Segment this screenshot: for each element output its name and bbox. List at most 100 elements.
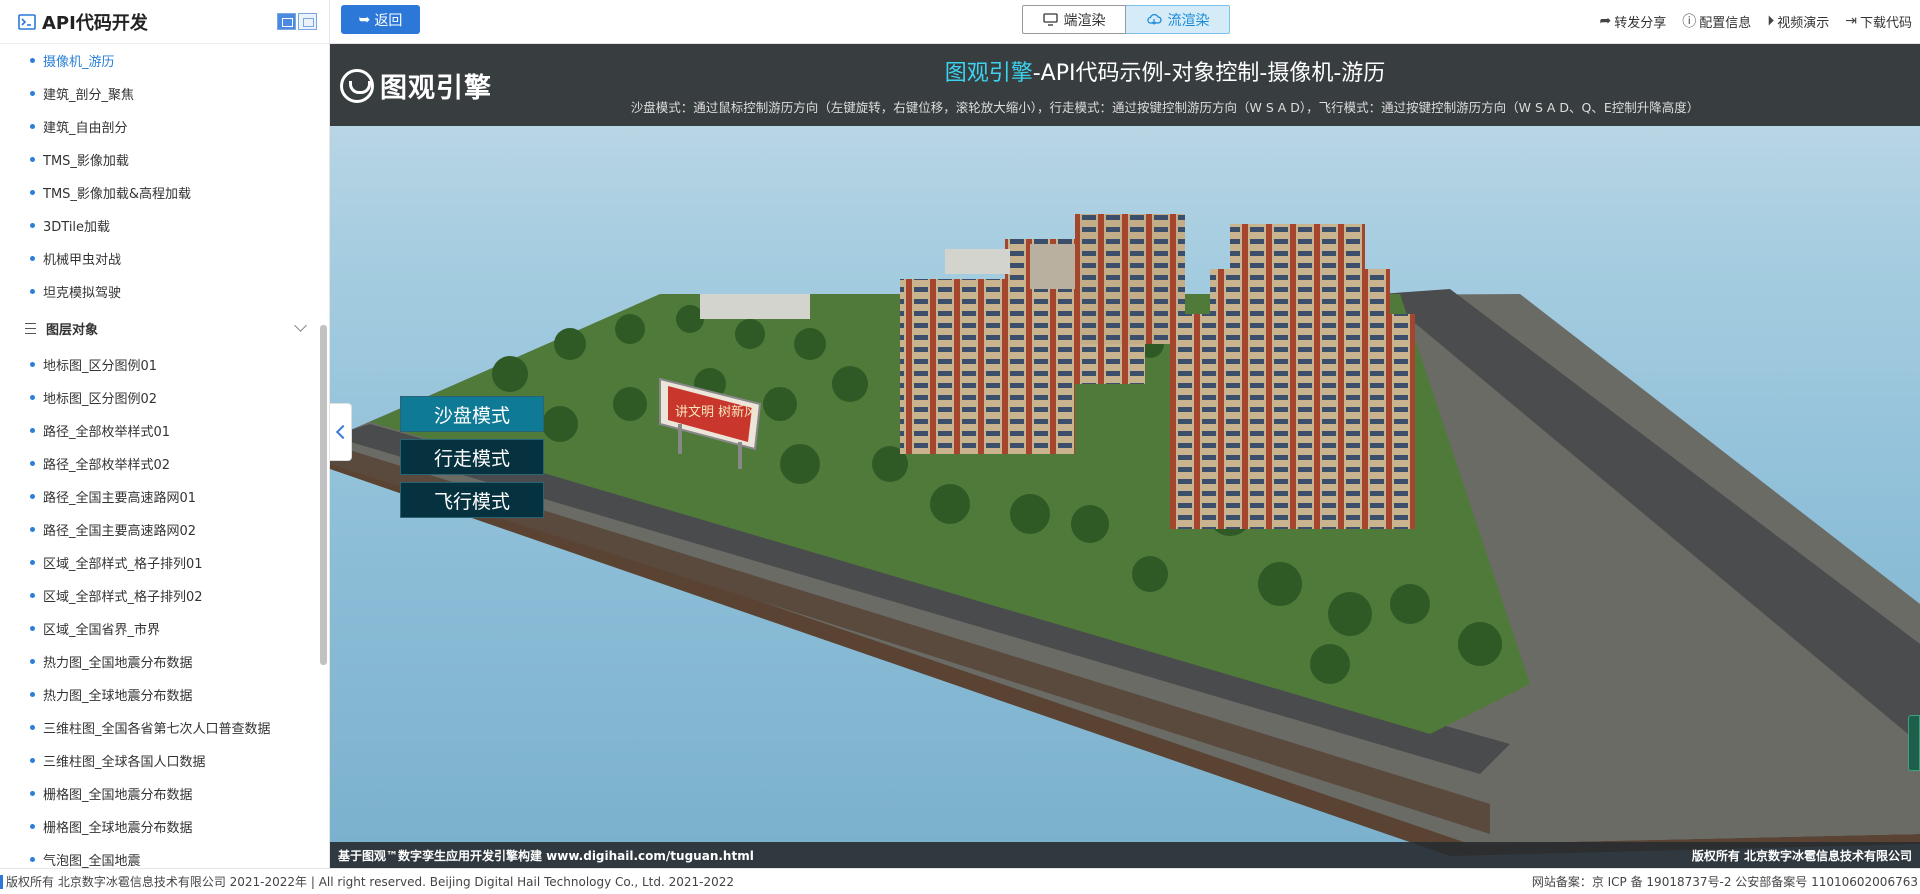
mode-walk-button[interactable]: 行走模式 xyxy=(400,439,544,475)
sidebar: API代码开发 摄像机_游历建筑_剖分_聚焦 建筑_自由剖分 TMS_影像加载 TMS… xyxy=(0,0,330,868)
sidebar-item-label: 区域_全部样式_格子排列01 xyxy=(43,557,203,572)
viewport-footer: 基于图观™数字孪生应用开发引擎构建 www.digihail.com/tugua… xyxy=(330,842,1920,868)
sidebar-item-label: 路径_全国主要高速路网02 xyxy=(43,524,197,539)
sidebar-item[interactable]: TMS_影像加载&高程加载 xyxy=(0,176,329,209)
code-terminal-icon xyxy=(18,13,36,30)
share-icon: ➦ xyxy=(1599,13,1612,29)
scene-viewport[interactable]: 讲文明 树新风 图观引擎 图观引擎-API代码示例-对象控制-摄像机-游历 沙盘… xyxy=(330,44,1920,868)
sidebar-collapse-button[interactable] xyxy=(330,403,352,461)
sidebar-item[interactable]: 建筑_自由剖分 xyxy=(0,110,329,143)
sidebar-item[interactable]: 气泡图_全国地震 xyxy=(0,843,329,868)
city-scene-render[interactable]: 讲文明 树新风 xyxy=(330,44,1920,868)
sidebar-item[interactable]: 建筑_剖分_聚焦 xyxy=(0,77,329,110)
sidebar-item[interactable]: 路径_全国主要高速路网01 xyxy=(0,480,329,513)
sidebar-item[interactable]: 机械甲虫对战 xyxy=(0,242,329,275)
bullet-dot-icon xyxy=(30,824,35,829)
list-view-icon[interactable] xyxy=(298,13,317,30)
sidebar-item[interactable]: 地标图_区分图例02 xyxy=(0,381,329,414)
bullet-dot-icon xyxy=(30,256,35,261)
title-rest: -API代码示例-对象控制-摄像机-游历 xyxy=(1032,61,1386,86)
sidebar-item[interactable]: 栅格图_全球地震分布数据 xyxy=(0,810,329,843)
bullet-dot-icon xyxy=(30,659,35,664)
top-bar: ➥ 返回 端渲染 流渲染 ➦ 转发分享 ⓘ 配置信息 ⏵ 视频演示 ⇥ 下载代码 xyxy=(330,0,1920,44)
sidebar-item[interactable]: 坦克模拟驾驶 xyxy=(0,275,329,308)
viewport-header: 图观引擎 图观引擎-API代码示例-对象控制-摄像机-游历 沙盘模式：通过鼠标控… xyxy=(330,44,1920,126)
client-render-button[interactable]: 端渲染 xyxy=(1022,5,1126,34)
sidebar-list: 摄像机_游历建筑_剖分_聚焦 建筑_自由剖分 TMS_影像加载 TMS_影像加载&高程… xyxy=(0,44,329,868)
title-brand: 图观引擎 xyxy=(944,61,1033,86)
group-label: 图层对象 xyxy=(46,322,99,338)
back-button[interactable]: ➥ 返回 xyxy=(341,5,420,34)
sidebar-item[interactable]: 摄像机_游历 xyxy=(0,44,329,77)
viewport-footer-right: 版权所有 北京数字冰雹信息技术有限公司 xyxy=(1691,848,1912,863)
download-label: 下载代码 xyxy=(1859,15,1912,31)
grid-view-icon[interactable] xyxy=(277,13,296,30)
bullet-dot-icon xyxy=(30,289,35,294)
bullet-dot-icon xyxy=(30,791,35,796)
sidebar-item[interactable]: 路径_全部枚举样式02 xyxy=(0,447,329,480)
mode-fly-button[interactable]: 飞行模式 xyxy=(400,482,544,518)
group-layer-objects[interactable]: 图层对象 xyxy=(0,308,329,348)
bullet-dot-icon xyxy=(30,494,35,499)
sidebar-item-label: 路径_全部枚举样式02 xyxy=(43,458,171,473)
footer-icp: 网站备案：京 ICP 备 19018737号-2 公安部备案号 11010602… xyxy=(1531,875,1918,889)
view-toggle[interactable] xyxy=(277,13,317,30)
sidebar-item-label: 气泡图_全国地震 xyxy=(43,854,141,868)
sidebar-item-label: 区域_全国省界_市界 xyxy=(43,623,161,638)
sidebar-title: API代码开发 xyxy=(42,12,148,34)
config-label: 配置信息 xyxy=(1699,15,1752,31)
page-footer: 版权所有 北京数字冰雹信息技术有限公司 2021-2022年 | All rig… xyxy=(0,868,1920,894)
monitor-icon xyxy=(1042,13,1058,26)
sidebar-item[interactable]: 路径_全国主要高速路网02 xyxy=(0,513,329,546)
sidebar-item[interactable]: 三维柱图_全国各省第七次人口普查数据 xyxy=(0,711,329,744)
chevron-down-icon xyxy=(294,318,307,332)
bullet-dot-icon xyxy=(30,190,35,195)
sidebar-item-label: 地标图_区分图例01 xyxy=(43,359,158,374)
bullet-dot-icon xyxy=(30,626,35,631)
sidebar-item[interactable]: 区域_全国省界_市界 xyxy=(0,612,329,645)
chevron-left-icon xyxy=(335,424,350,440)
share-link[interactable]: ➦ 转发分享 xyxy=(1599,12,1666,31)
stream-render-button[interactable]: 流渲染 xyxy=(1126,5,1230,34)
sidebar-item[interactable]: 三维柱图_全球各国人口数据 xyxy=(0,744,329,777)
back-arrow-icon: ➥ xyxy=(358,11,371,28)
sidebar-item-label: 建筑_自由剖分 xyxy=(43,121,128,136)
sidebar-item[interactable]: 区域_全部样式_格子排列01 xyxy=(0,546,329,579)
bullet-dot-icon xyxy=(30,58,35,63)
sidebar-item[interactable]: 3DTile加载 xyxy=(0,209,329,242)
sidebar-scrollbar[interactable] xyxy=(320,325,327,665)
sidebar-item[interactable]: 热力图_全球地震分布数据 xyxy=(0,678,329,711)
video-link[interactable]: ⏵ 视频演示 xyxy=(1767,12,1829,31)
sidebar-item-label: TMS_影像加载 xyxy=(43,154,129,169)
bullet-dot-icon xyxy=(30,857,35,862)
video-label: 视频演示 xyxy=(1777,15,1830,31)
sidebar-item-label: 机械甲虫对战 xyxy=(43,253,122,268)
sidebar-item[interactable]: 栅格图_全国地震分布数据 xyxy=(0,777,329,810)
render-switch: 端渲染 流渲染 xyxy=(1022,5,1230,34)
sidebar-item[interactable]: 地标图_区分图例01 xyxy=(0,348,329,381)
sidebar-item-label: 栅格图_全球地震分布数据 xyxy=(43,821,193,836)
bullet-dot-icon xyxy=(30,124,35,129)
viewport-subtitle: 沙盘模式：通过鼠标控制游历方向（左键旋转，右键位移，滚轮放大缩小），行走模式：通… xyxy=(630,100,1700,115)
right-panel-handle[interactable] xyxy=(1908,715,1920,771)
mode-sandbox-button[interactable]: 沙盘模式 xyxy=(400,396,544,432)
sidebar-item[interactable]: 区域_全部样式_格子排列02 xyxy=(0,579,329,612)
sidebar-item-label: TMS_影像加载&高程加载 xyxy=(43,187,192,202)
sidebar-item-label: 3DTile加载 xyxy=(43,220,111,235)
bullet-dot-icon xyxy=(30,758,35,763)
sidebar-item-label: 建筑_剖分_聚焦 xyxy=(43,88,135,103)
sidebar-item[interactable]: 热力图_全国地震分布数据 xyxy=(0,645,329,678)
billboard-text: 讲文明 树新风 xyxy=(675,404,757,420)
bullet-dot-icon xyxy=(30,692,35,697)
sidebar-item-label: 三维柱图_全国各省第七次人口普查数据 xyxy=(43,722,271,737)
bullet-dot-icon xyxy=(30,527,35,532)
download-link[interactable]: ⇥ 下载代码 xyxy=(1845,12,1912,31)
sidebar-item-label: 路径_全国主要高速路网01 xyxy=(43,491,197,506)
viewport-footer-left: 基于图观™数字孪生应用开发引擎构建 www.digihail.com/tugua… xyxy=(338,848,754,863)
top-links: ➦ 转发分享 ⓘ 配置信息 ⏵ 视频演示 ⇥ 下载代码 xyxy=(1599,0,1912,42)
play-icon: ⏵ xyxy=(1767,13,1775,29)
config-link[interactable]: ⓘ 配置信息 xyxy=(1682,11,1751,31)
sidebar-item[interactable]: TMS_影像加载 xyxy=(0,143,329,176)
sidebar-item-label: 热力图_全球地震分布数据 xyxy=(43,689,193,704)
sidebar-item[interactable]: 路径_全部枚举样式01 xyxy=(0,414,329,447)
